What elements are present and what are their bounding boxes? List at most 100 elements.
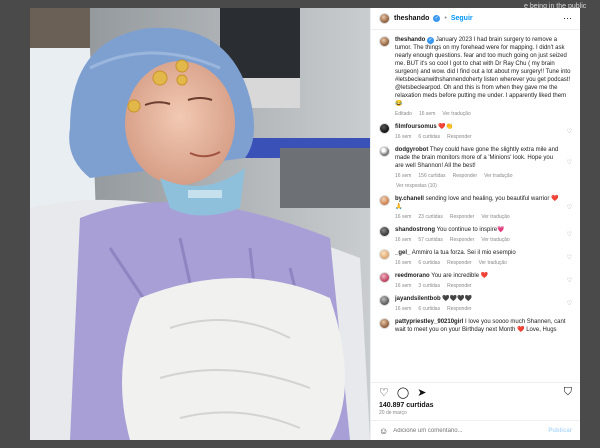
comment-bubble-icon[interactable]: ◯ (397, 386, 409, 399)
comment-item: jayandsilentbob 🖤🖤🖤🖤 16 sem 6 curtidas Res… (379, 295, 572, 312)
translate-link[interactable]: Ver tradução (481, 237, 509, 243)
comment-meta: 16 sem 57 curtidas Responder Ver tradução (395, 237, 562, 243)
comment-item: pattypriestley_90210girl I love you sooo… (379, 318, 572, 334)
commenter-avatar[interactable] (379, 123, 390, 134)
post-actions-bar: ♡ ◯ ➤ ⛉ (371, 382, 580, 402)
commenter-avatar[interactable] (379, 226, 390, 237)
caption-username[interactable]: theshando (395, 37, 425, 43)
reply-button[interactable]: Responder (453, 173, 477, 179)
follow-button[interactable]: Seguir (451, 15, 473, 22)
post-side-panel: theshando ✓ • Seguir ⋯ theshando ✓ Janua… (370, 8, 580, 440)
comment-time: 16 sem (395, 214, 412, 220)
comment-likes[interactable]: 6 curtidas (418, 134, 440, 140)
author-username[interactable]: theshando (394, 15, 429, 22)
comment-body: ❤️👏 (438, 124, 454, 130)
caption-time: 16 sem (418, 111, 436, 117)
comment-item: _gel_ Ammiro la tua forza. Sei il mio es… (379, 249, 572, 266)
caption-meta: Editado 16 sem Ver tradução (395, 111, 572, 117)
more-horizontal-icon[interactable]: ⋯ (563, 13, 572, 24)
comment-input[interactable] (393, 427, 544, 434)
author-avatar[interactable] (379, 13, 390, 24)
caption-block: theshando ✓ January 2023 I had brain sur… (379, 36, 572, 117)
heart-icon[interactable]: ♡ (567, 128, 572, 135)
comments-list[interactable]: theshando ✓ January 2023 I had brain sur… (371, 30, 580, 382)
commenter-avatar[interactable] (379, 295, 390, 306)
comment-text: reedmorano You are incredible ❤️ (395, 272, 562, 280)
edited-label: Editado (395, 111, 412, 117)
commenter-username[interactable]: _gel_ (395, 250, 410, 256)
heart-icon[interactable]: ♡ (567, 159, 572, 166)
reply-button[interactable]: Responder (450, 214, 474, 220)
commenter-username[interactable]: pattypriestley_90210girl (395, 319, 463, 325)
reply-button[interactable]: Responder (447, 134, 471, 140)
caption-avatar[interactable] (379, 36, 390, 47)
comment-item: filmfoursomus ❤️👏 16 sem 6 curtidas Respon… (379, 123, 572, 140)
send-icon[interactable]: ➤ (417, 386, 426, 399)
heart-icon[interactable]: ♡ (567, 204, 572, 211)
comment-time: 16 sem (395, 260, 412, 266)
comment-time: 16 sem (395, 283, 412, 289)
view-replies-link[interactable]: Ver respostas (10) (396, 183, 572, 189)
comment-body: Ammiro la tua forza. Sei il mio esempio (411, 250, 516, 256)
comment-text: shandostrong You continue to inspire💗 (395, 226, 562, 234)
verified-icon: ✓ (433, 15, 441, 22)
separator-dot: • (444, 15, 447, 22)
comment-likes[interactable]: 6 curtidas (418, 306, 440, 312)
heart-icon[interactable]: ♡ (567, 300, 572, 307)
comment-likes[interactable]: 156 curtidas (418, 173, 445, 179)
commenter-username[interactable]: shandostrong (395, 227, 435, 233)
post-date: 20 de março (379, 410, 407, 416)
commenter-username[interactable]: by.chanell (395, 196, 424, 202)
heart-icon[interactable]: ♡ (567, 277, 572, 284)
commenter-username[interactable]: reedmorano (395, 273, 430, 279)
reply-button[interactable]: Responder (447, 306, 471, 312)
add-comment-bar: ☺ Publicar (371, 420, 580, 440)
commenter-avatar[interactable] (379, 146, 390, 157)
comment-likes[interactable]: 57 curtidas (418, 237, 442, 243)
post-modal: theshando ✓ • Seguir ⋯ theshando ✓ Janua… (30, 8, 580, 440)
caption-translate-link[interactable]: Ver tradução (442, 111, 470, 117)
reply-button[interactable]: Responder (447, 260, 471, 266)
heart-icon[interactable]: ♡ (567, 254, 572, 261)
commenter-avatar[interactable] (379, 195, 390, 206)
bookmark-icon[interactable]: ⛉ (564, 386, 572, 399)
comment-body: You continue to inspire💗 (436, 227, 505, 233)
hospital-patient-photo (30, 8, 370, 440)
post-header: theshando ✓ • Seguir ⋯ (371, 8, 580, 30)
commenter-username[interactable]: dodgyrobot (395, 147, 428, 153)
reply-button[interactable]: Responder (447, 283, 471, 289)
comment-item: by.chanell sending love and healing, you… (379, 195, 572, 220)
comment-likes[interactable]: 6 curtidas (418, 260, 440, 266)
comment-meta: 16 sem 6 curtidas Responder (395, 134, 562, 140)
commenter-avatar[interactable] (379, 272, 390, 283)
comment-likes[interactable]: 23 curtidas (418, 214, 442, 220)
likes-count[interactable]: 140.897 curtidas (371, 402, 580, 409)
post-photo (30, 8, 370, 440)
caption-body: January 2023 I had brain surgery to remo… (395, 37, 571, 107)
verified-icon: ✓ (427, 37, 435, 44)
comment-text: pattypriestley_90210girl I love you sooo… (395, 318, 572, 334)
heart-icon[interactable]: ♡ (379, 386, 389, 399)
smiley-icon[interactable]: ☺ (379, 426, 388, 436)
translate-link[interactable]: Ver tradução (479, 260, 507, 266)
commenter-username[interactable]: filmfoursomus (395, 124, 437, 130)
translate-link[interactable]: Ver tradução (484, 173, 512, 179)
comment-time: 16 sem (395, 173, 412, 179)
comment-meta: 16 sem 23 curtidas Responder Ver tradução (395, 214, 562, 220)
commenter-username[interactable]: jayandsilentbob (395, 296, 441, 302)
heart-icon[interactable]: ♡ (567, 231, 572, 238)
commenter-avatar[interactable] (379, 249, 390, 260)
caption-text: theshando ✓ January 2023 I had brain sur… (395, 36, 572, 108)
comment-text: filmfoursomus ❤️👏 (395, 123, 562, 131)
comment-meta: 16 sem 6 curtidas Responder (395, 306, 562, 312)
translate-link[interactable]: Ver tradução (481, 214, 509, 220)
commenter-avatar[interactable] (379, 318, 390, 329)
reply-button[interactable]: Responder (450, 237, 474, 243)
comment-body: 🖤🖤🖤🖤 (442, 296, 473, 302)
comment-time: 16 sem (395, 306, 412, 312)
comment-meta: 16 sem 3 curtidas Responder (395, 283, 562, 289)
comment-time: 16 sem (395, 237, 412, 243)
comment-likes[interactable]: 3 curtidas (418, 283, 440, 289)
publish-button[interactable]: Publicar (548, 428, 572, 434)
comment-text: by.chanell sending love and healing, you… (395, 195, 562, 211)
